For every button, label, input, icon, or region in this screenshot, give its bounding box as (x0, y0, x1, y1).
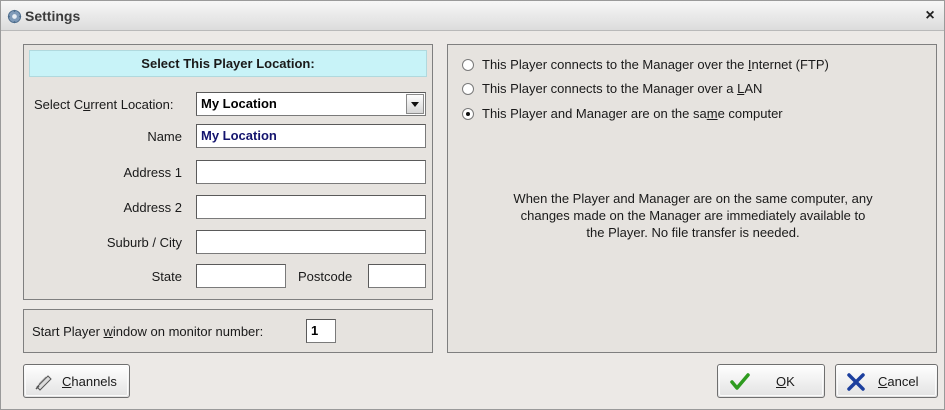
name-field[interactable]: My Location (196, 124, 426, 148)
monitor-number-field[interactable]: 1 (306, 319, 336, 343)
info-line-2: changes made on the Manager are immediat… (520, 208, 866, 223)
window-title: Settings (25, 8, 81, 24)
title-bar[interactable]: Settings × (1, 1, 944, 31)
radio-label: This Player connects to the Manager over… (482, 81, 763, 96)
postcode-field[interactable] (368, 264, 426, 288)
cancel-button[interactable]: Cancel (835, 364, 938, 398)
address1-field[interactable] (196, 160, 426, 184)
select-location-value: My Location (201, 96, 277, 111)
channels-button-label: Channels (62, 374, 117, 389)
postcode-label: Postcode (298, 269, 353, 284)
close-icon[interactable]: × (922, 7, 938, 25)
checkmark-icon (730, 373, 750, 390)
chevron-down-icon (411, 102, 419, 107)
radio-button[interactable] (462, 83, 474, 95)
radio-label: This Player and Manager are on the same … (482, 106, 783, 121)
info-line-1: When the Player and Manager are on the s… (513, 191, 873, 206)
settings-gear-icon (7, 9, 22, 24)
select-location-dropdown[interactable]: My Location (196, 92, 426, 116)
radio-button-selected[interactable] (462, 108, 474, 120)
name-label: Name (147, 129, 182, 144)
radio-label: This Player connects to the Manager over… (482, 57, 829, 72)
address2-label: Address 2 (123, 200, 182, 215)
dropdown-arrow-button[interactable] (406, 94, 424, 114)
radio-dot-icon (466, 112, 470, 116)
settings-dialog: Settings × Select This Player Location: … (0, 0, 945, 410)
info-line-3: the Player. No file transfer is needed. (586, 225, 800, 240)
state-label: State (151, 269, 182, 284)
state-field[interactable] (196, 264, 286, 288)
address2-field[interactable] (196, 195, 426, 219)
select-location-label: Select Current Location: (34, 97, 174, 112)
ok-button[interactable]: OK (717, 364, 825, 398)
connection-panel: This Player connects to the Manager over… (447, 44, 937, 353)
address1-label: Address 1 (123, 165, 182, 180)
monitor-label: Start Player window on monitor number: (32, 324, 264, 339)
radio-button[interactable] (462, 59, 474, 71)
x-cancel-icon (847, 373, 865, 391)
suburb-label: Suburb / City (106, 235, 182, 250)
ok-button-label: OK (776, 374, 795, 389)
cancel-button-label: Cancel (878, 374, 919, 389)
monitor-panel: Start Player window on monitor number: 1 (23, 309, 433, 353)
channels-button[interactable]: Channels (23, 364, 130, 398)
location-panel: Select This Player Location: Select Curr… (23, 44, 433, 300)
channels-icon (35, 375, 52, 391)
location-panel-header: Select This Player Location: (29, 50, 427, 77)
suburb-field[interactable] (196, 230, 426, 254)
